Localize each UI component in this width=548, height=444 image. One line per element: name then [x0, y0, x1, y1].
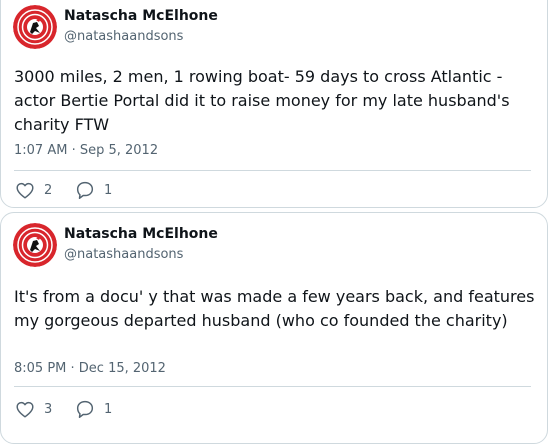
reply-button[interactable]: 1 [74, 178, 112, 202]
avatar[interactable] [13, 223, 57, 267]
divider [14, 170, 531, 171]
reply-button[interactable]: 1 [74, 397, 112, 421]
tweet-text: 3000 miles, 2 men, 1 rowing boat- 59 day… [14, 67, 510, 134]
tweet-card[interactable]: Natascha McElhone @natashaandsons 3000 m… [0, 0, 548, 208]
tweet-card[interactable]: Natascha McElhone @natashaandsons It's f… [0, 212, 548, 444]
like-button[interactable]: 3 [14, 397, 52, 421]
tweet-header: Natascha McElhone @natashaandsons [13, 5, 533, 53]
author-name[interactable]: Natascha McElhone [64, 8, 218, 24]
heart-icon [16, 401, 34, 418]
speech-bubble-icon [76, 181, 94, 199]
red-spiral-avatar-icon [13, 223, 57, 267]
tweet-header: Natascha McElhone @natashaandsons [13, 223, 533, 271]
like-button[interactable]: 2 [14, 178, 52, 202]
divider [14, 386, 531, 387]
avatar[interactable] [13, 5, 57, 49]
tweet-actions: 2 1 [14, 178, 214, 202]
reply-count: 1 [104, 182, 113, 198]
tweet-timestamp[interactable]: 8:05 PM · Dec 15, 2012 [14, 361, 166, 376]
reply-count: 1 [104, 401, 113, 417]
red-spiral-avatar-icon [13, 5, 57, 49]
tweet-text: It's from a docu' y that was made a few … [14, 287, 535, 330]
author-handle[interactable]: @natashaandsons [64, 247, 183, 262]
author-handle[interactable]: @natashaandsons [64, 29, 183, 44]
tweet-actions: 3 1 [14, 397, 214, 421]
speech-bubble-icon [76, 400, 94, 418]
like-count: 2 [44, 182, 53, 198]
author-name[interactable]: Natascha McElhone [64, 226, 218, 242]
heart-icon [16, 182, 34, 199]
like-count: 3 [44, 401, 53, 417]
tweet-timestamp[interactable]: 1:07 AM · Sep 5, 2012 [14, 143, 158, 158]
